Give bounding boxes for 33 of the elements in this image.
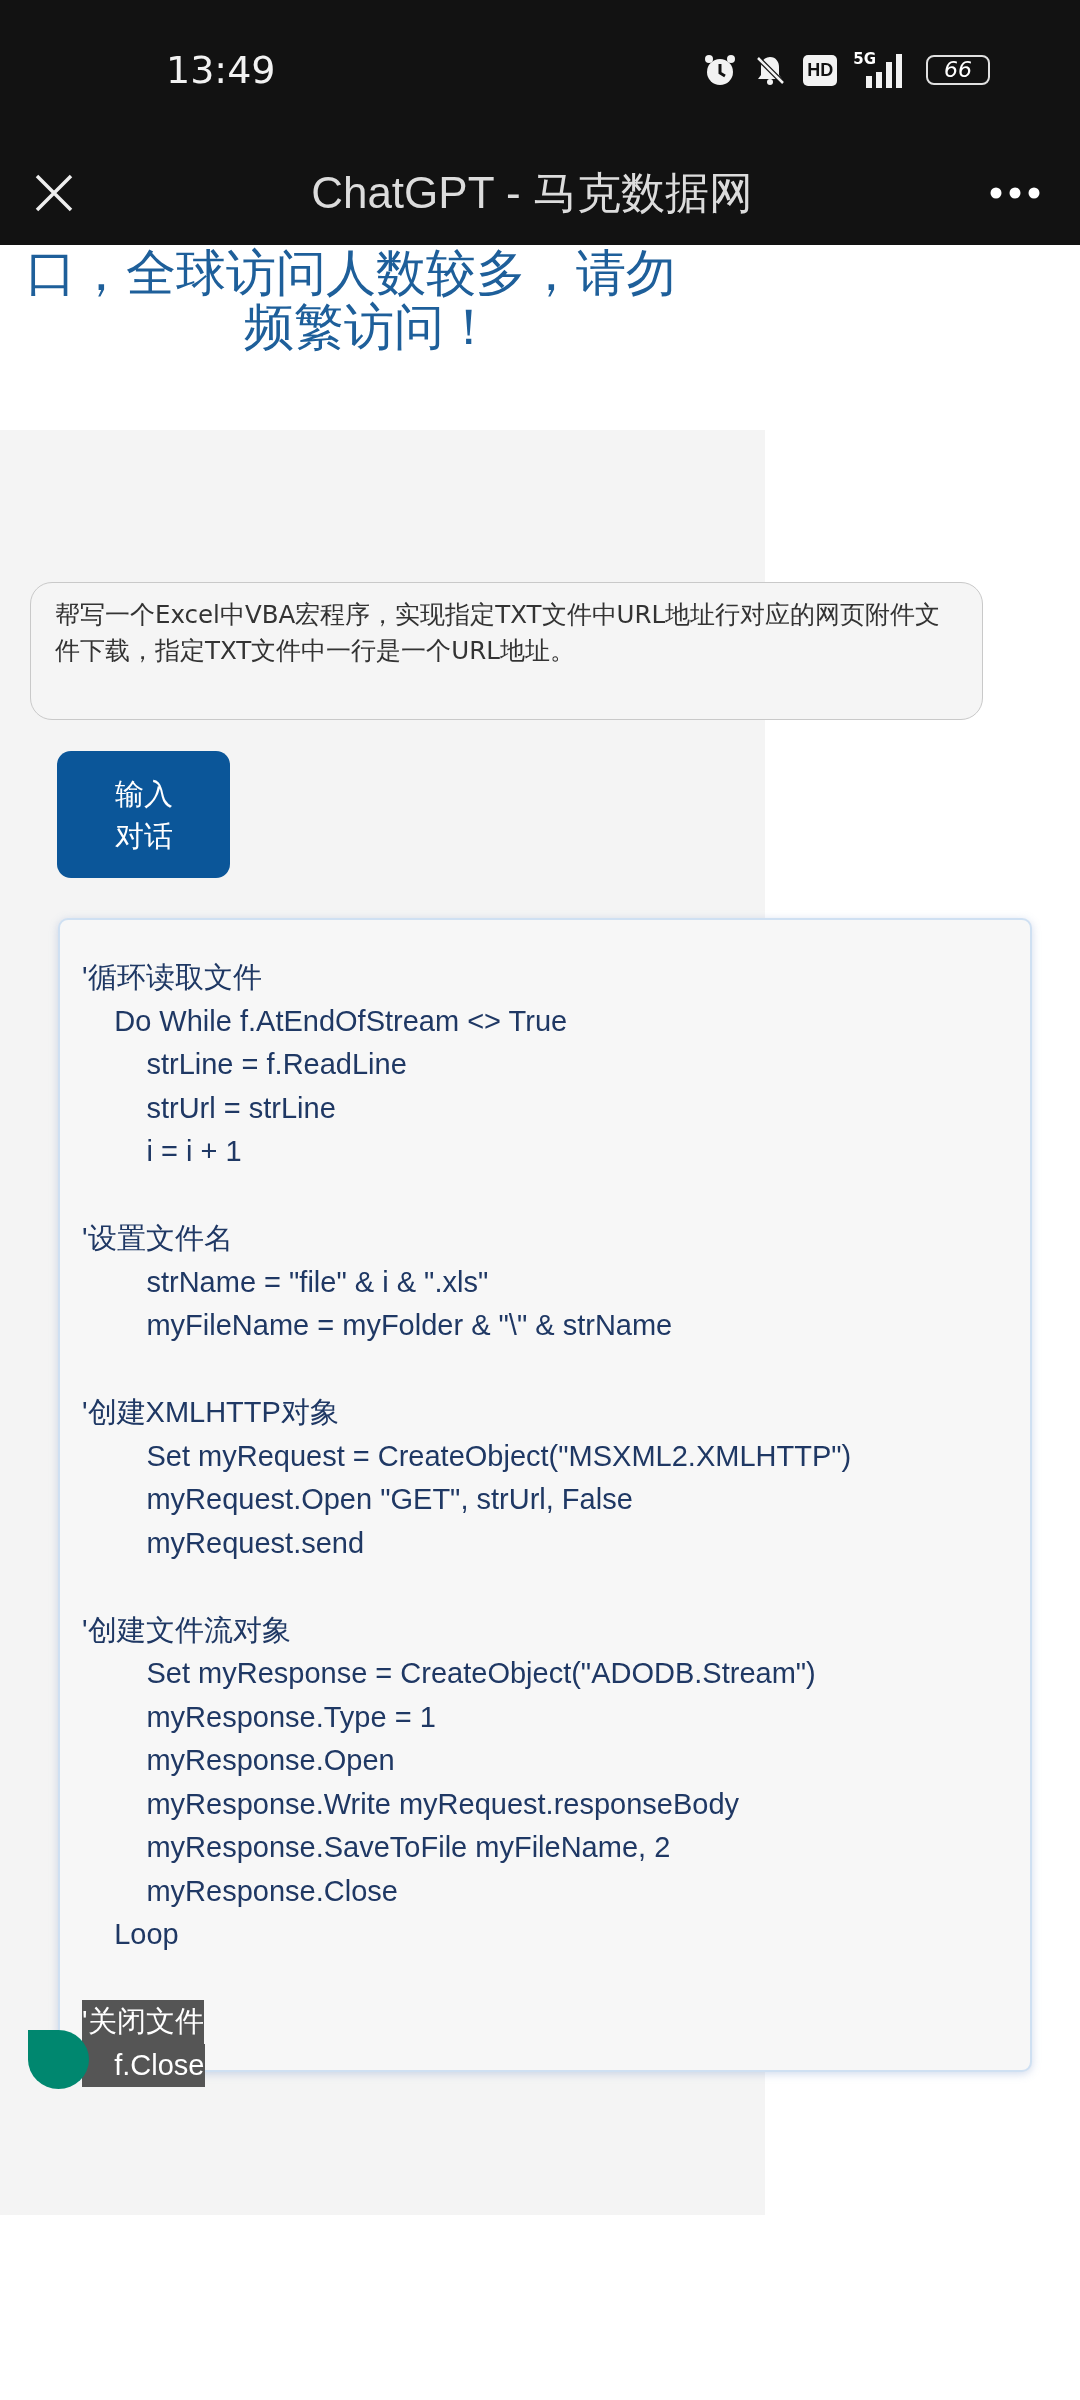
code-line: Loop xyxy=(113,1917,179,1952)
code-line: myFileName = myFolder & "\" & strName xyxy=(145,1308,673,1343)
code-line: myResponse.Type = 1 xyxy=(145,1699,436,1735)
code-line: myRequest.send xyxy=(145,1525,365,1561)
code-line: myResponse.Open xyxy=(145,1743,395,1778)
code-line: '创建XMLHTTP对象 xyxy=(82,1395,339,1430)
alarm-icon xyxy=(703,53,738,87)
code-line: myResponse.SaveToFile myFileName, 2 xyxy=(145,1830,671,1865)
clock-time: 13:49 xyxy=(166,46,276,94)
battery-indicator: 66 xyxy=(926,55,990,85)
selection-handle[interactable] xyxy=(28,2030,89,2089)
code-line: strName = "file" & i & ".xls" xyxy=(145,1264,489,1300)
notice-text: 频繁访问！ xyxy=(244,298,494,357)
code-line: myResponse.Close xyxy=(145,1873,398,1909)
code-line: Do While f.AtEndOfStream <> True xyxy=(113,1003,568,1039)
code-line: i = i + 1 xyxy=(145,1134,242,1169)
code-line: myRequest.Open "GET", strUrl, False xyxy=(145,1482,633,1517)
code-line: '设置文件名 xyxy=(82,1221,233,1256)
code-line: Set myRequest = CreateObject("MSXML2.XMLHTTP") xyxy=(145,1438,852,1474)
hd-badge: HD xyxy=(803,54,838,86)
code-line: strUrl = strLine xyxy=(145,1090,336,1126)
send-button[interactable]: 输入 对话 xyxy=(57,751,230,878)
code-line: strLine = f.ReadLine xyxy=(145,1047,407,1082)
network-label: 5G xyxy=(853,52,876,67)
code-line: '创建文件流对象 xyxy=(82,1612,291,1648)
close-icon[interactable] xyxy=(34,172,74,213)
prompt-field[interactable]: 帮写一个Excel中VBA宏程序，实现指定TXT文件中URL地址行对应的网页附件文件下载，指定TXT文件中一行是一个URL地址。 xyxy=(30,582,983,720)
page-title: ChatGPT - 马克数据网 xyxy=(311,166,753,219)
more-icon[interactable] xyxy=(990,186,1040,199)
code-line: '循环读取文件 xyxy=(82,960,262,995)
code-line: myResponse.Write myRequest.responseBody xyxy=(145,1786,740,1822)
notice-text: 口，全球访问人数较多，请勿 xyxy=(26,245,676,301)
code-line: Set myResponse = CreateObject("ADODB.Stream") xyxy=(145,1656,816,1691)
